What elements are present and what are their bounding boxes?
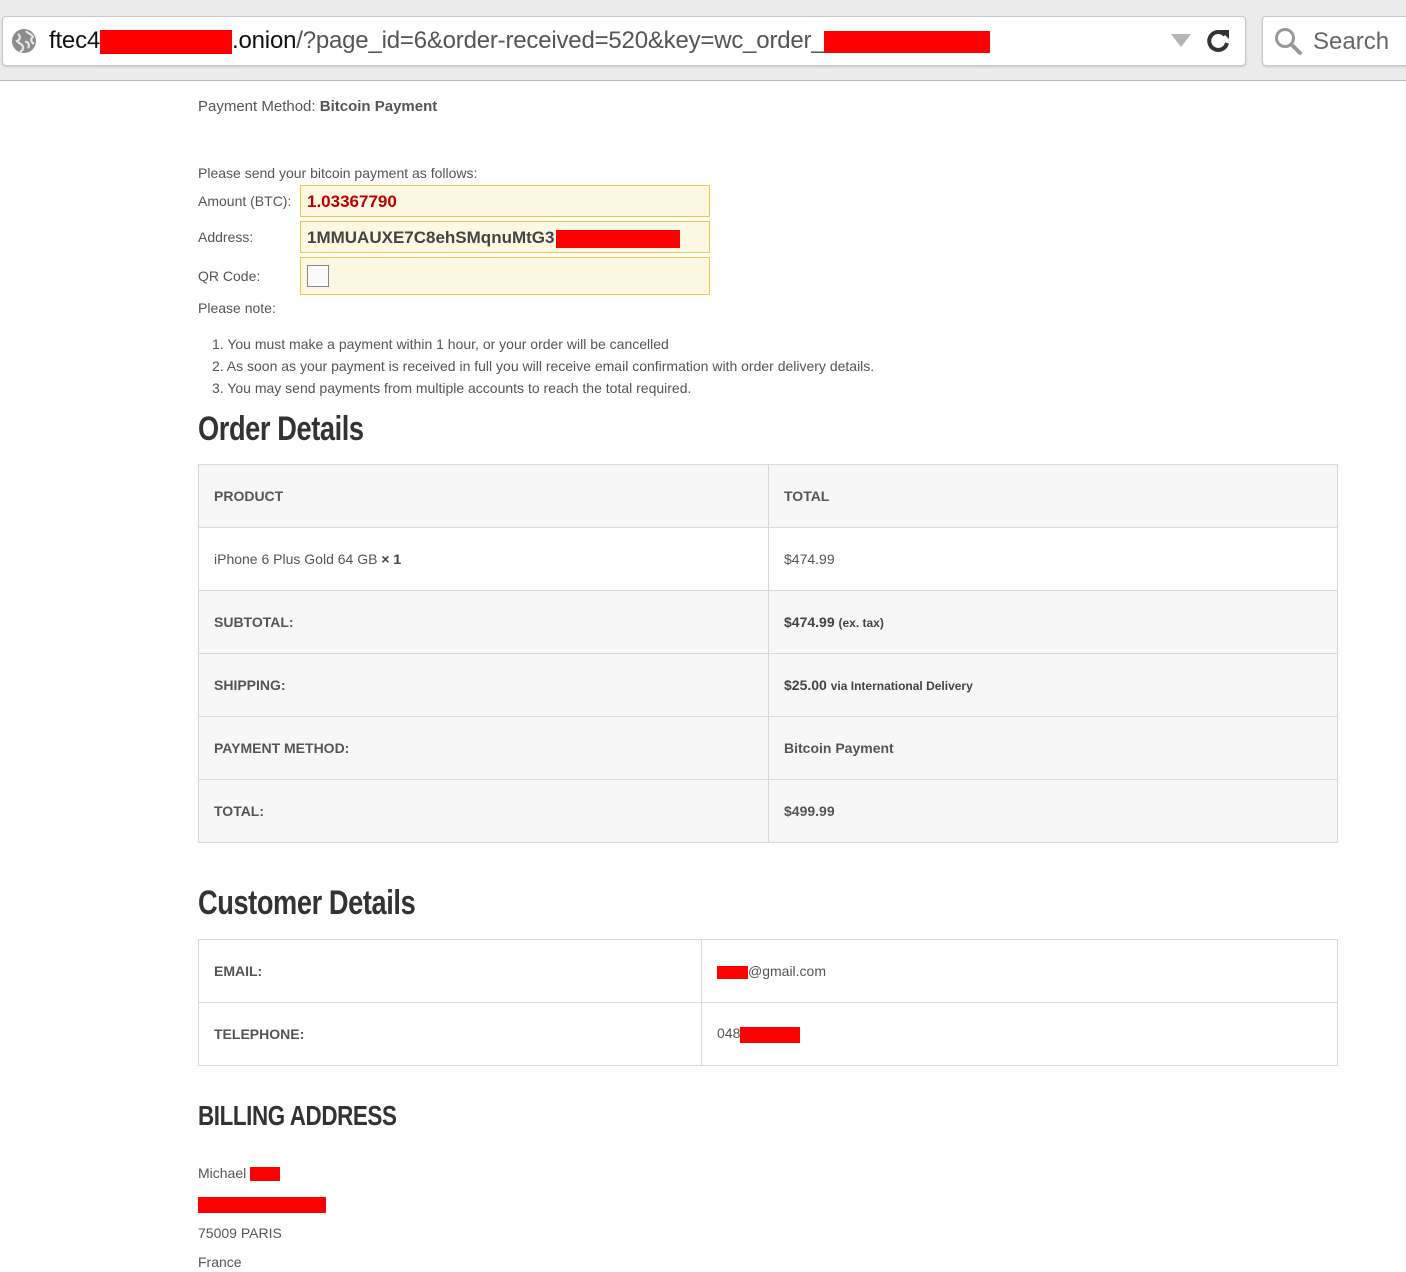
telephone-value: 048 <box>701 1002 1338 1066</box>
address-label: Address: <box>198 229 254 245</box>
billing-city: 75009 PARIS <box>198 1225 282 1241</box>
telephone-label: TELEPHONE: <box>198 1002 702 1066</box>
email-domain: @gmail.com <box>748 963 827 979</box>
url-host-start: ftec4 <box>49 27 101 54</box>
address-value-line: 1MMUAUXE7C8ehSMqnuMtG3 <box>307 228 681 248</box>
redaction-telephone <box>740 1026 801 1043</box>
note-item: 3. You may send payments from multiple a… <box>212 380 692 396</box>
table-row: TOTAL: $499.99 <box>198 779 1338 843</box>
qr-label: QR Code: <box>198 268 261 284</box>
amount-box[interactable]: 1.03367790 <box>300 185 710 217</box>
redaction-street <box>198 1197 326 1214</box>
amount-label: Amount (BTC): <box>198 193 292 209</box>
subtotal-value: $474.99 <box>784 614 835 630</box>
broken-image-icon <box>307 265 329 287</box>
table-row: EMAIL: @gmail.com <box>198 939 1338 1003</box>
qr-box <box>300 257 710 295</box>
product-total: $474.99 <box>768 527 1338 591</box>
please-note-label: Please note: <box>198 300 276 316</box>
subtotal-note: (ex. tax) <box>838 616 884 630</box>
payment-method-label: Payment Method: <box>198 98 316 115</box>
subtotal-label: SUBTOTAL: <box>198 590 769 654</box>
url-path: /?page_id=6&order-received=520&key=wc_or… <box>296 27 825 54</box>
address-bar[interactable]: ftec4 .onion/?page_id=6&order-received=52… <box>2 16 1246 66</box>
address-box[interactable]: 1MMUAUXE7C8ehSMqnuMtG3 <box>300 221 710 253</box>
email-value: @gmail.com <box>701 939 1338 1003</box>
email-label: EMAIL: <box>198 939 702 1003</box>
redaction-email <box>717 965 748 979</box>
amount-value: 1.03367790 <box>307 192 397 211</box>
redaction-order-key <box>824 30 991 53</box>
table-row: SHIPPING: $25.00 via International Deliv… <box>198 653 1338 717</box>
subtotal-cell: $474.99 (ex. tax) <box>768 590 1338 654</box>
search-icon <box>1275 28 1302 55</box>
payment-method-value: Bitcoin Payment <box>319 98 438 115</box>
shipping-value: $25.00 <box>784 677 827 693</box>
telephone-prefix: 048 <box>717 1025 741 1042</box>
url-text: ftec4 .onion/?page_id=6&order-received=52… <box>49 27 991 55</box>
address-value: 1MMUAUXE7C8ehSMqnuMtG3 <box>307 228 555 247</box>
billing-name: Michael <box>198 1165 281 1182</box>
method-label: PAYMENT METHOD: <box>198 716 769 780</box>
url-host-end: .onion <box>232 27 297 54</box>
customer-details-heading: Customer Details <box>198 884 416 922</box>
redaction-address <box>556 229 681 248</box>
payment-notes-list: 1. You must make a payment within 1 hour… <box>212 333 874 399</box>
customer-details-table: EMAIL: @gmail.com TELEPHONE: 048 <box>198 939 1338 1066</box>
shipping-note: via International Delivery <box>830 679 973 693</box>
col-product-header: PRODUCT <box>198 464 769 528</box>
table-row: SUBTOTAL: $474.99 (ex. tax) <box>198 590 1338 654</box>
billing-street <box>198 1196 326 1214</box>
search-placeholder: Search <box>1313 28 1390 55</box>
order-details-heading: Order Details <box>198 410 364 448</box>
reload-icon[interactable] <box>1203 26 1233 56</box>
table-row: TELEPHONE: 048 <box>198 1002 1338 1066</box>
payment-instructions-intro: Please send your bitcoin payment as foll… <box>198 165 478 181</box>
table-header-row: PRODUCT TOTAL <box>198 464 1338 528</box>
search-box[interactable]: Search <box>1262 16 1406 66</box>
note-item: 1. You must make a payment within 1 hour… <box>212 336 669 352</box>
redaction-host <box>100 29 233 54</box>
table-row: PAYMENT METHOD: Bitcoin Payment <box>198 716 1338 780</box>
shipping-label: SHIPPING: <box>198 653 769 717</box>
method-value: Bitcoin Payment <box>768 716 1338 780</box>
url-dropdown-arrow-icon[interactable] <box>1171 34 1191 47</box>
billing-country: France <box>198 1254 242 1270</box>
table-row: iPhone 6 Plus Gold 64 GB × 1 $474.99 <box>198 527 1338 591</box>
col-total-header: TOTAL <box>768 464 1338 528</box>
browser-toolbar: ftec4 .onion/?page_id=6&order-received=52… <box>0 0 1406 81</box>
product-cell: iPhone 6 Plus Gold 64 GB × 1 <box>198 527 769 591</box>
globe-icon <box>12 29 36 53</box>
payment-method-line: Payment Method: Bitcoin Payment <box>198 98 437 115</box>
total-label: TOTAL: <box>198 779 769 843</box>
order-details-table: PRODUCT TOTAL iPhone 6 Plus Gold 64 GB ×… <box>198 464 1338 843</box>
billing-first-name: Michael <box>198 1165 247 1181</box>
billing-address-heading: BILLING ADDRESS <box>198 1100 397 1131</box>
shipping-cell: $25.00 via International Delivery <box>768 653 1338 717</box>
note-item: 2. As soon as your payment is received i… <box>212 358 875 374</box>
redaction-surname <box>250 1167 281 1182</box>
product-link[interactable]: iPhone 6 Plus Gold 64 GB <box>214 551 377 567</box>
total-value: $499.99 <box>768 779 1338 843</box>
product-quantity: × 1 <box>381 551 402 567</box>
